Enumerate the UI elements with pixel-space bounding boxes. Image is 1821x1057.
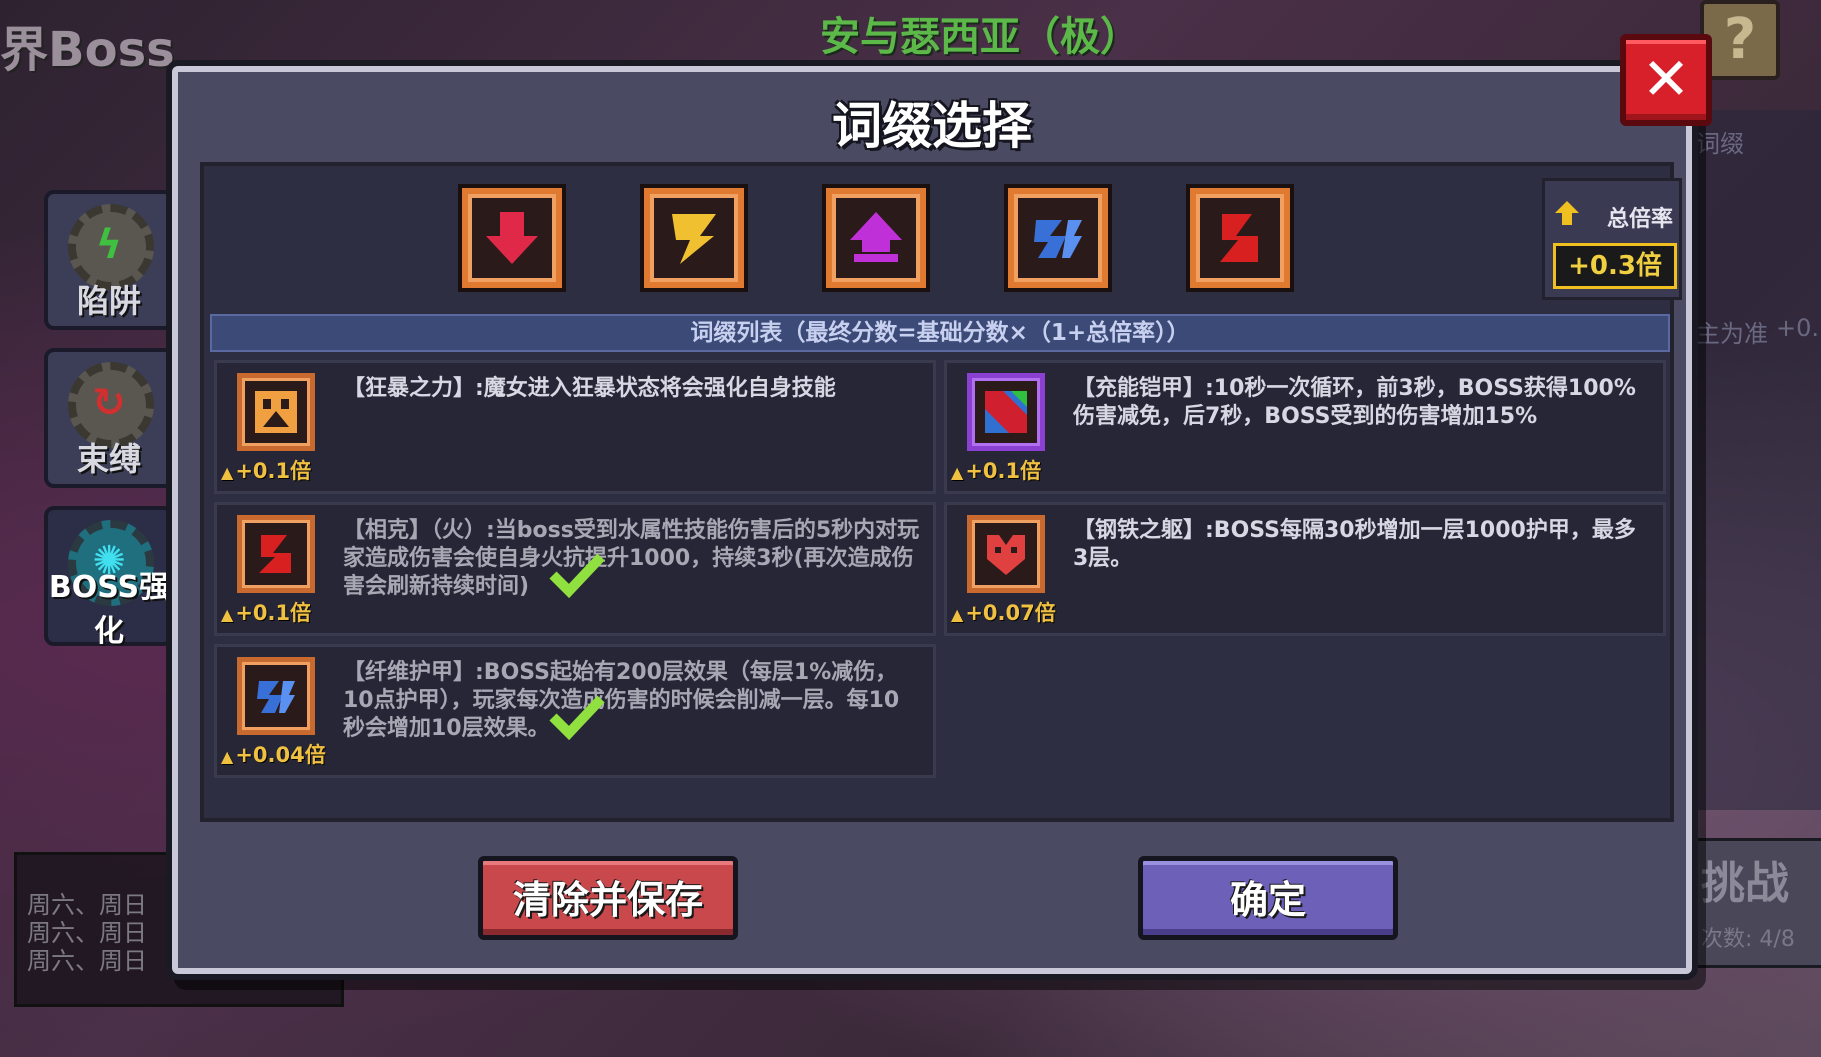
dialog-title: 词缀选择 xyxy=(832,97,1032,155)
trap-label: 陷阱 xyxy=(76,282,141,320)
affix-bonus: +0.07倍 xyxy=(951,597,1055,627)
selected-affix-slot-2[interactable] xyxy=(644,188,744,288)
affix-description: 【相克】（火）:当boss受到水属性技能伤害后的5秒内对玩家造成伤害会使自身火抗… xyxy=(343,518,920,599)
help-button[interactable]: ? xyxy=(1700,0,1780,80)
steel-body-icon xyxy=(967,515,1045,593)
bind-label: 束缚 xyxy=(76,440,141,478)
affix-card-rage[interactable]: +0.1倍 【狂暴之力】:魔女进入狂暴状态将会强化自身技能 xyxy=(214,360,936,494)
trap-button[interactable]: ϟ 陷阱 xyxy=(44,190,174,330)
affix-card-charged-armor[interactable]: +0.1倍 【充能铠甲】:10秒一次循环，前3秒，BOSS获得100%伤害减免，… xyxy=(944,360,1666,494)
right-note-value: +0. xyxy=(1776,314,1820,342)
fire-z-icon xyxy=(237,515,315,593)
boss-enhance-button[interactable]: ✺ BOSS强化 xyxy=(44,506,174,649)
right-side-panel xyxy=(1690,110,1821,810)
selected-affix-slot-4[interactable] xyxy=(1008,188,1108,288)
up-arrow-icon xyxy=(850,212,902,262)
boss-enhance-label: BOSS强化 xyxy=(48,570,170,649)
fire-z-icon xyxy=(1220,214,1258,262)
challenge-label: 挑战 xyxy=(1701,858,1789,909)
down-arrow-icon xyxy=(486,212,538,264)
total-rate-label: 总倍率 xyxy=(1606,207,1673,232)
checkmark-icon xyxy=(549,553,605,599)
bind-button[interactable]: ↻ 束缚 xyxy=(44,348,174,488)
selected-affix-slot-3[interactable] xyxy=(826,188,926,288)
affix-card-fiber-armor[interactable]: +0.04倍 【纤维护甲】:BOSS起始有200层效果（每层1%减伤，10点护甲… xyxy=(214,644,936,778)
background-title: 界Boss xyxy=(0,22,175,78)
affix-description: 【充能铠甲】:10秒一次循环，前3秒，BOSS获得100%伤害减免，后7秒，BO… xyxy=(1073,376,1636,429)
affix-bonus: +0.1倍 xyxy=(951,455,1041,485)
dialog-content: 总倍率 +0.3倍 词缀列表（最终分数=基础分数×（1+总倍率）） +0.1倍 … xyxy=(200,162,1682,822)
right-tab-text: 词缀 xyxy=(1696,130,1744,158)
close-button[interactable]: ✕ xyxy=(1620,34,1712,126)
total-rate-box: 总倍率 +0.3倍 xyxy=(1542,178,1682,300)
up-arrow-icon xyxy=(1555,201,1579,225)
affix-card-counter-fire[interactable]: +0.1倍 【相克】（火）:当boss受到水属性技能伤害后的5秒内对玩家造成伤害… xyxy=(214,502,936,636)
swirl-icon: ↻ xyxy=(92,380,126,426)
total-rate-value: +0.3倍 xyxy=(1553,243,1677,289)
affix-bonus: +0.1倍 xyxy=(221,597,311,627)
affix-card-steel-body[interactable]: +0.07倍 【钢铁之躯】:BOSS每隔30秒增加一层1000护甲，最多3层。 xyxy=(944,502,1666,636)
challenge-count: 次数: 4/8 xyxy=(1701,927,1795,952)
affix-bonus: +0.04倍 xyxy=(221,739,325,769)
selected-affix-row: 总倍率 +0.3倍 xyxy=(204,166,1682,316)
affix-select-dialog: 词缀选择 总倍率 +0.3倍 词缀列表（最终分数=基础分数×（1+总倍率）） ▲… xyxy=(172,66,1692,974)
affix-bonus: +0.1倍 xyxy=(221,455,311,485)
checkmark-icon xyxy=(549,695,605,741)
lightning-icon: ϟ xyxy=(95,222,123,268)
affix-list-header: 词缀列表（最终分数=基础分数×（1+总倍率）） xyxy=(210,314,1670,352)
charged-armor-icon xyxy=(967,373,1045,451)
lightning-icon xyxy=(672,214,716,264)
clear-and-save-button[interactable]: 清除并保存 xyxy=(478,856,738,940)
right-note: 主为准 xyxy=(1696,320,1768,348)
affix-description: 【狂暴之力】:魔女进入狂暴状态将会强化自身技能 xyxy=(343,376,836,401)
close-icon: ✕ xyxy=(1641,45,1691,113)
selected-affix-slot-5[interactable] xyxy=(1190,188,1290,288)
affix-description: 【钢铁之躯】:BOSS每隔30秒增加一层1000护甲，最多3层。 xyxy=(1073,518,1636,571)
selected-affix-slot-1[interactable] xyxy=(462,188,562,288)
water-swirl-icon xyxy=(1034,220,1082,258)
water-swirl-icon xyxy=(237,657,315,735)
confirm-button[interactable]: 确定 xyxy=(1138,856,1398,940)
affix-description: 【纤维护甲】:BOSS起始有200层效果（每层1%减伤，10点护甲），玩家每次造… xyxy=(343,660,900,741)
boss-name-title: 安与瑟西亚（极） xyxy=(820,14,1140,60)
challenge-button[interactable]: 挑战 次数: 4/8 xyxy=(1690,838,1821,968)
rage-face-icon xyxy=(237,373,315,451)
